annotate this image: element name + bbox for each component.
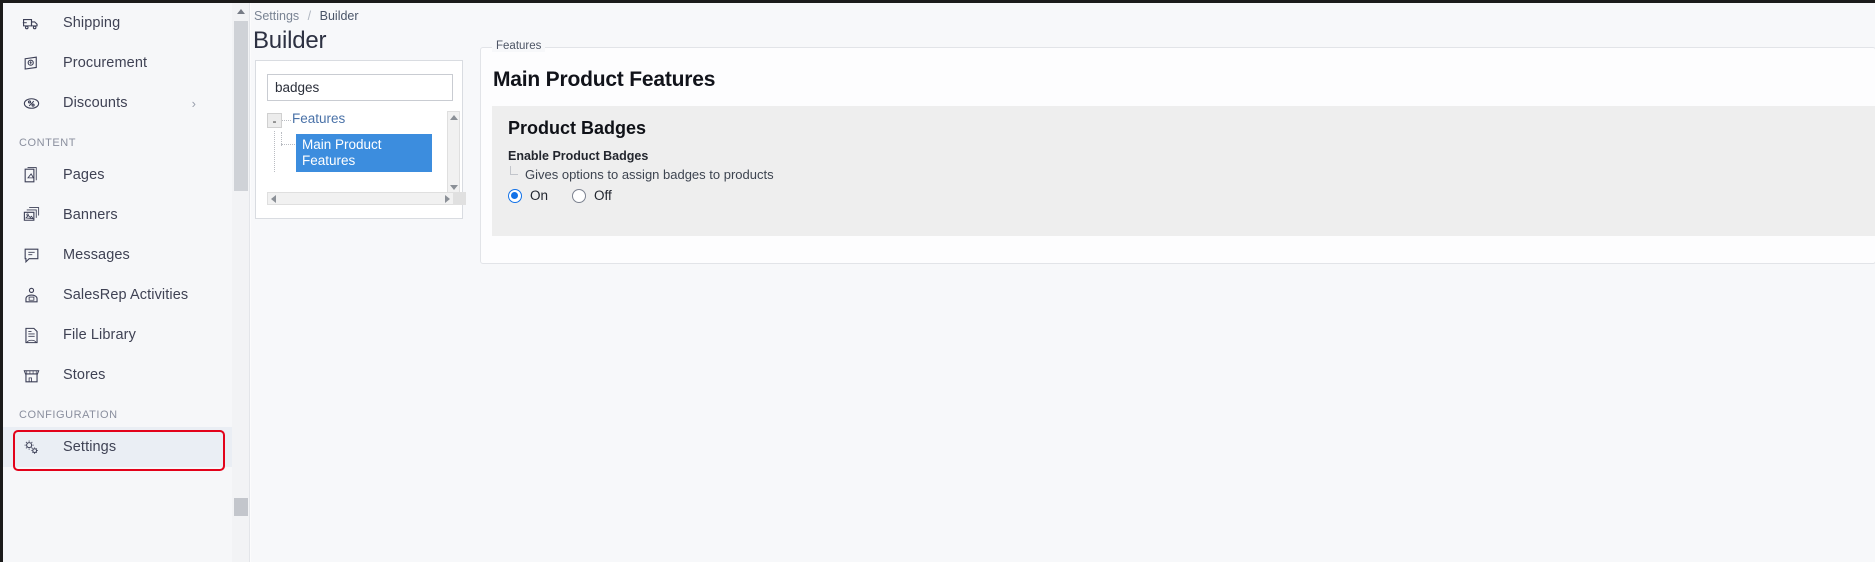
sidebar-section-content: CONTENT: [19, 137, 77, 149]
sidebar-item-stores[interactable]: Stores: [3, 355, 232, 395]
sidebar-item-label: File Library: [63, 327, 136, 343]
page-edit-icon: [19, 163, 43, 187]
scrollbar-thumb-lower[interactable]: [234, 498, 248, 516]
radio-dot-on[interactable]: [508, 188, 522, 203]
scroll-up-arrow-icon[interactable]: [449, 115, 458, 120]
tree-horizontal-scrollbar[interactable]: [267, 192, 466, 205]
tree-panel: - Features Main Product Features: [255, 60, 466, 219]
tree-node-features[interactable]: Features: [292, 111, 345, 126]
sidebar-item-pages[interactable]: Pages: [3, 155, 232, 195]
salesrep-icon: [19, 283, 43, 307]
breadcrumb: Settings / Builder: [254, 9, 359, 23]
scroll-left-arrow-icon[interactable]: [271, 194, 276, 203]
setting-description: Gives options to assign badges to produc…: [525, 167, 774, 182]
procurement-icon: [19, 51, 43, 75]
tree-connector-line: [282, 120, 291, 121]
setting-label: Enable Product Badges: [508, 149, 649, 163]
radio-option-on[interactable]: On: [508, 188, 548, 203]
scroll-down-arrow-icon[interactable]: [449, 185, 458, 190]
panel-legend: Features: [492, 40, 546, 52]
banners-icon: [19, 203, 43, 227]
sidebar-item-label: Banners: [63, 207, 118, 223]
section-title: Product Badges: [508, 118, 647, 138]
breadcrumb-builder[interactable]: Builder: [320, 9, 359, 23]
tree-children: Main Product Features: [267, 131, 454, 172]
search-input[interactable]: [267, 74, 453, 101]
sidebar-item-messages[interactable]: Messages: [3, 235, 232, 275]
sidebar-item-banners[interactable]: Banners: [3, 195, 232, 235]
message-icon: [19, 243, 43, 267]
radio-label-on: On: [530, 188, 549, 203]
tree-root-row[interactable]: - Features: [267, 111, 454, 133]
tree-child-row[interactable]: Main Product Features: [281, 132, 454, 172]
sidebar-item-label: SalesRep Activities: [63, 287, 189, 303]
sidebar-item-label: Stores: [63, 367, 106, 383]
chevron-right-icon[interactable]: ›: [192, 97, 196, 110]
breadcrumb-separator: /: [307, 9, 312, 23]
sidebar-item-label: Pages: [63, 167, 105, 183]
page-title: Builder: [253, 27, 327, 54]
sidebar-item-shipping[interactable]: Shipping: [3, 3, 232, 43]
description-bracket-icon: [510, 166, 518, 175]
enable-badges-radio-group: On Off: [508, 188, 636, 203]
discount-tag-icon: [19, 91, 43, 115]
sidebar-item-label: Procurement: [63, 55, 148, 71]
radio-option-off[interactable]: Off: [572, 188, 612, 203]
panel-heading: Main Product Features: [493, 68, 716, 91]
sidebar-scrollbar[interactable]: [232, 3, 250, 562]
store-icon: [19, 363, 43, 387]
sidebar-item-label: Shipping: [63, 15, 121, 31]
truck-icon: [19, 11, 43, 35]
sidebar-item-label: Settings: [63, 439, 117, 455]
sidebar-item-label: Messages: [63, 247, 130, 263]
tree-collapse-toggle[interactable]: -: [267, 113, 282, 128]
scrollbar-corner: [453, 192, 466, 205]
sidebar-item-salesrep-activities[interactable]: SalesRep Activities: [3, 275, 232, 315]
scrollbar-thumb[interactable]: [234, 21, 248, 191]
product-badges-section: Product Badges Enable Product Badges Giv…: [492, 106, 1875, 236]
radio-label-off: Off: [594, 188, 612, 203]
sidebar-section-configuration: CONFIGURATION: [19, 409, 118, 421]
scroll-up-arrow-icon[interactable]: [236, 9, 245, 14]
features-panel: Features Main Product Features Product B…: [480, 40, 1875, 264]
tree-child-connector: [281, 144, 295, 145]
tree-vertical-line: [274, 131, 275, 172]
tree-node-main-product-features[interactable]: Main Product Features: [296, 134, 432, 172]
app-window: Shipping Procurement Discounts › CONTENT…: [0, 0, 1875, 562]
main-content: Settings / Builder Builder - Features: [251, 3, 1875, 562]
sidebar-item-label: Discounts: [63, 95, 128, 111]
sidebar-item-file-library[interactable]: File Library: [3, 315, 232, 355]
file-library-icon: [19, 323, 43, 347]
sidebar-item-discounts[interactable]: Discounts ›: [3, 83, 232, 123]
scroll-right-arrow-icon[interactable]: [445, 194, 450, 203]
gears-icon: [19, 435, 43, 459]
radio-dot-off[interactable]: [572, 188, 587, 203]
tree-vertical-scrollbar[interactable]: [447, 111, 460, 194]
sidebar-navigation: Shipping Procurement Discounts › CONTENT…: [0, 3, 232, 562]
sidebar-item-settings[interactable]: Settings: [3, 427, 232, 467]
sidebar-item-procurement[interactable]: Procurement: [3, 43, 232, 83]
breadcrumb-settings[interactable]: Settings: [254, 9, 299, 23]
